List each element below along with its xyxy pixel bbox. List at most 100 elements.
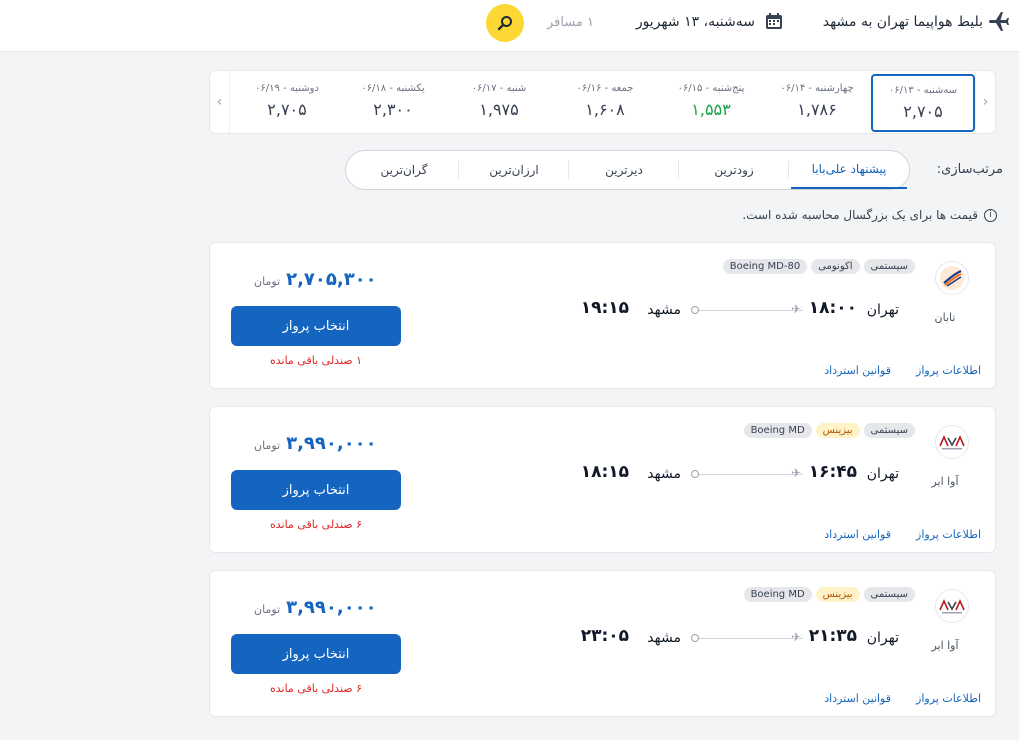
- sort-options-bar: پیشنهاد علی‌بابا زودترین دیرترین ارزان‌ت…: [345, 150, 910, 190]
- price-row: ۲,۷۰۵,۳۰۰ تومان: [254, 269, 377, 290]
- sort-option-latest[interactable]: دیرترین: [571, 151, 677, 189]
- divider: [458, 161, 459, 179]
- date-option[interactable]: دوشنبه - ۰۶/۱۹ ۲,۷۰۵: [235, 74, 339, 132]
- date-option[interactable]: سه‌شنبه - ۰۶/۱۳ ۲,۷۰۵: [871, 74, 975, 132]
- departure-time: ۱۸:۰۰: [808, 298, 857, 318]
- divider: [678, 161, 679, 179]
- badge-charter-type: سیستمی: [863, 587, 915, 602]
- route-line: [695, 638, 803, 639]
- refund-rules-link[interactable]: قوانین استرداد: [824, 364, 891, 377]
- calendar-icon: [766, 13, 782, 29]
- destination-city: مشهد: [647, 466, 681, 482]
- divider: [788, 161, 789, 179]
- route-line: [695, 310, 803, 311]
- sort-option-earliest[interactable]: زودترین: [681, 151, 787, 189]
- badge-charter-type: سیستمی: [863, 259, 915, 274]
- flight-price: ۳,۹۹۰,۰۰۰: [286, 433, 377, 454]
- date-price-strip: › سه‌شنبه - ۰۶/۱۳ ۲,۷۰۵ چهارشنبه - ۰۶/۱۴…: [209, 70, 996, 134]
- sort-option-cheapest[interactable]: ارزان‌ترین: [461, 151, 567, 189]
- date-price: ۱,۷۸۶: [797, 100, 837, 119]
- badge-cabin-class: بیزینس: [815, 423, 860, 438]
- date-label: یکشنبه - ۰۶/۱۸: [361, 83, 425, 94]
- date-option[interactable]: چهارشنبه - ۰۶/۱۴ ۱,۷۸۶: [765, 74, 869, 132]
- price-notice: i قیمت ها برای یک بزرگسال محاسبه شده است…: [742, 208, 997, 222]
- notice-text: قیمت ها برای یک بزرگسال محاسبه شده است.: [742, 208, 978, 222]
- sort-label: مرتب‌سازی:: [936, 162, 1003, 177]
- badge-aircraft: Boeing MD: [743, 587, 812, 602]
- route-dot: [691, 634, 699, 642]
- destination-city: مشهد: [647, 630, 681, 646]
- departure-time: ۱۶:۴۵: [808, 462, 857, 482]
- flight-badges: سیستمی اکونومی Boeing MD-80: [722, 259, 915, 274]
- date-label: دوشنبه - ۰۶/۱۹: [255, 83, 319, 94]
- date-price: ۲,۷۰۵: [903, 102, 943, 121]
- search-icon: [497, 16, 512, 31]
- sort-option-most-expensive[interactable]: گران‌ترین: [351, 151, 457, 189]
- badge-cabin-class: بیزینس: [815, 587, 860, 602]
- arrival-time: ۱۹:۱۵: [580, 298, 629, 318]
- taban-logo: [935, 261, 969, 295]
- airplane-icon: [989, 12, 1009, 31]
- search-button[interactable]: [486, 4, 524, 42]
- airline-name: آوا ایر: [931, 475, 959, 488]
- date-price: ۲,۷۰۵: [267, 100, 307, 119]
- date-price: ۲,۳۰۰: [373, 100, 413, 119]
- flight-price: ۳,۹۹۰,۰۰۰: [286, 597, 377, 618]
- flight-badges: سیستمی بیزینس Boeing MD: [743, 423, 915, 438]
- currency: تومان: [254, 439, 281, 452]
- previous-dates-arrow[interactable]: ‹: [210, 71, 230, 133]
- flight-card: تابان سیستمی اکونومی Boeing MD-80 تهران …: [209, 242, 996, 389]
- flight-card: آوا ایر سیستمی بیزینس Boeing MD تهران ۱۶…: [209, 406, 996, 553]
- date-label: پنج‌شنبه - ۰۶/۱۵: [677, 83, 745, 94]
- date-label: جمعه - ۰۶/۱۶: [576, 83, 634, 94]
- destination-city: مشهد: [647, 302, 681, 318]
- departure-time: ۲۱:۳۵: [808, 626, 857, 646]
- badge-charter-type: سیستمی: [863, 423, 915, 438]
- origin-city: تهران: [866, 302, 899, 318]
- top-search-bar: بلیط هواپیما تهران به مشهد سه‌شنبه، ۱۳ ش…: [0, 0, 1019, 52]
- origin-city: تهران: [866, 630, 899, 646]
- currency: تومان: [254, 603, 281, 616]
- seats-remaining: ۶ صندلی باقی مانده: [269, 682, 363, 695]
- refund-rules-link[interactable]: قوانین استرداد: [824, 528, 891, 541]
- select-flight-button[interactable]: انتخاب پرواز: [231, 470, 401, 510]
- route-dot: [691, 306, 699, 314]
- date-label: سه‌شنبه - ۰۶/۱۳: [888, 85, 958, 96]
- passenger-count[interactable]: ۱ مسافر: [547, 0, 594, 44]
- refund-rules-link[interactable]: قوانین استرداد: [824, 692, 891, 705]
- info-icon: i: [984, 208, 997, 222]
- route-title[interactable]: بلیط هواپیما تهران به مشهد: [823, 0, 983, 44]
- date-option[interactable]: پنج‌شنبه - ۰۶/۱۵ ۱,۵۵۳: [659, 74, 763, 132]
- date-label: شنبه - ۰۶/۱۷: [471, 83, 527, 94]
- route-dot: [691, 470, 699, 478]
- route-line: [695, 474, 803, 475]
- flight-info-link[interactable]: اطلاعات پرواز: [916, 692, 981, 705]
- flight-info-link[interactable]: اطلاعات پرواز: [916, 528, 981, 541]
- airplane-icon: ✈: [790, 302, 801, 316]
- date-option[interactable]: یکشنبه - ۰۶/۱۸ ۲,۳۰۰: [341, 74, 445, 132]
- price-row: ۳,۹۹۰,۰۰۰ تومان: [254, 597, 377, 618]
- date-price: ۱,۹۷۵: [479, 100, 519, 119]
- flight-info-link[interactable]: اطلاعات پرواز: [916, 364, 981, 377]
- ava-air-logo: [935, 425, 969, 459]
- airplane-icon: ✈: [790, 630, 801, 644]
- flight-badges: سیستمی بیزینس Boeing MD: [743, 587, 915, 602]
- date-label: چهارشنبه - ۰۶/۱۴: [780, 83, 854, 94]
- currency: تومان: [254, 275, 281, 288]
- select-flight-button[interactable]: انتخاب پرواز: [231, 306, 401, 346]
- airline-name: تابان: [934, 311, 956, 324]
- airline-name: آوا ایر: [931, 639, 959, 652]
- flight-price: ۲,۷۰۵,۳۰۰: [286, 269, 377, 290]
- date-option[interactable]: شنبه - ۰۶/۱۷ ۱,۹۷۵: [447, 74, 551, 132]
- arrival-time: ۲۳:۰۵: [580, 626, 629, 646]
- date-price: ۱,۶۰۸: [585, 100, 625, 119]
- next-dates-arrow[interactable]: ›: [975, 71, 995, 133]
- divider: [568, 161, 569, 179]
- ava-air-logo: [935, 589, 969, 623]
- badge-aircraft: Boeing MD: [743, 423, 812, 438]
- date-field[interactable]: سه‌شنبه، ۱۳ شهریور: [636, 0, 755, 44]
- date-price: ۱,۵۵۳: [691, 100, 731, 119]
- select-flight-button[interactable]: انتخاب پرواز: [231, 634, 401, 674]
- sort-option-alibaba-suggestion[interactable]: پیشنهاد علی‌بابا: [791, 151, 907, 189]
- date-option[interactable]: جمعه - ۰۶/۱۶ ۱,۶۰۸: [553, 74, 657, 132]
